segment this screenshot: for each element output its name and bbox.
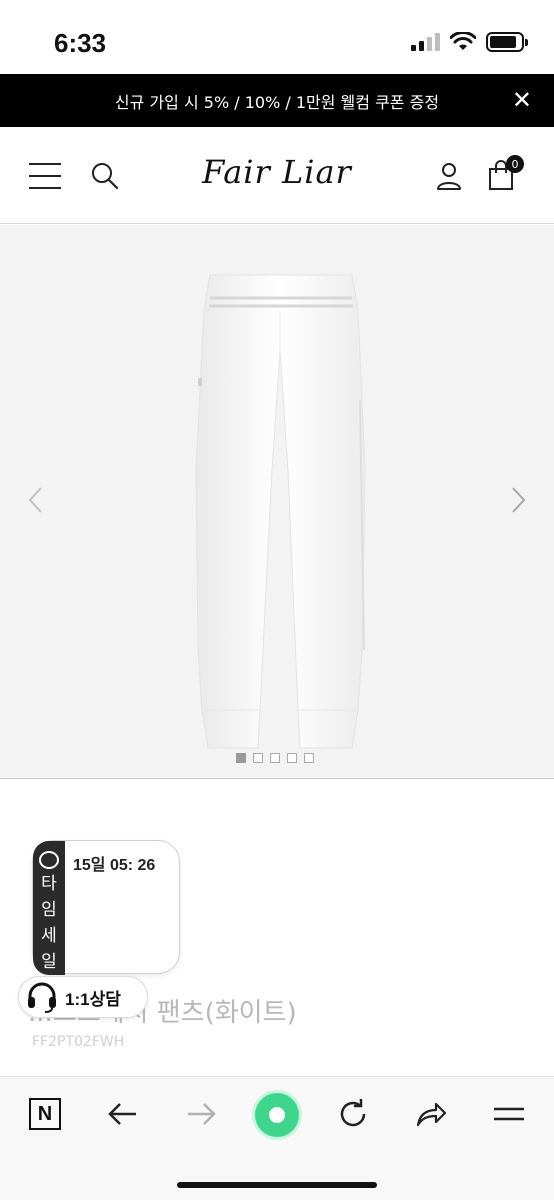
user-icon[interactable] bbox=[434, 161, 464, 191]
status-icons bbox=[411, 32, 528, 52]
green-dot-button[interactable] bbox=[255, 1093, 299, 1137]
close-icon[interactable]: ✕ bbox=[512, 86, 532, 114]
more-menu-icon[interactable] bbox=[492, 1097, 526, 1131]
slide-dot[interactable] bbox=[253, 753, 263, 763]
forward-arrow-icon[interactable] bbox=[184, 1097, 218, 1131]
timesale-char: 타 bbox=[41, 874, 57, 894]
n-icon: N bbox=[29, 1098, 61, 1130]
product-image bbox=[195, 274, 366, 749]
product-code: FF2PT02FWH bbox=[32, 1034, 125, 1050]
chevron-left-icon[interactable] bbox=[26, 485, 46, 515]
share-icon[interactable] bbox=[414, 1097, 448, 1131]
chevron-right-icon[interactable] bbox=[508, 485, 528, 515]
brand-logo[interactable]: Fair Liar bbox=[0, 153, 554, 191]
naver-home-button[interactable]: N bbox=[28, 1097, 62, 1131]
timesale-char: 일 bbox=[41, 952, 57, 972]
timesale-char: 임 bbox=[41, 900, 57, 920]
clock-icon bbox=[39, 851, 59, 869]
battery-icon bbox=[486, 32, 528, 52]
refresh-icon[interactable] bbox=[336, 1097, 370, 1131]
slide-dot[interactable] bbox=[287, 753, 297, 763]
back-arrow-icon[interactable] bbox=[106, 1097, 140, 1131]
cellular-signal-icon bbox=[411, 33, 440, 51]
headset-icon bbox=[19, 976, 65, 1018]
promo-banner[interactable]: 신규 가입 시 5% / 10% / 1만원 웰컴 쿠폰 증정 ✕ bbox=[0, 74, 554, 127]
chat-label: 1:1상담 bbox=[65, 989, 121, 1009]
status-bar: 6:33 bbox=[0, 0, 554, 74]
countdown-timer: 15일 05: 26 bbox=[73, 857, 156, 874]
slide-dot[interactable] bbox=[236, 753, 246, 763]
chat-consult-button[interactable]: 1:1상담 bbox=[18, 976, 148, 1018]
timesale-widget[interactable]: 타 임 세 일 15일 05: 26 bbox=[32, 840, 180, 975]
home-indicator bbox=[177, 1182, 377, 1188]
cart-count-badge: 0 bbox=[506, 155, 524, 173]
site-header: Fair Liar 0 bbox=[0, 127, 554, 224]
slide-dot[interactable] bbox=[270, 753, 280, 763]
wifi-icon bbox=[450, 32, 476, 50]
timesale-tab: 타 임 세 일 bbox=[33, 841, 65, 975]
timesale-char: 세 bbox=[41, 926, 57, 946]
status-time: 6:33 bbox=[54, 28, 107, 58]
promo-text: 신규 가입 시 5% / 10% / 1만원 웰컴 쿠폰 증정 bbox=[114, 92, 440, 112]
slide-dot[interactable] bbox=[304, 753, 314, 763]
slide-indicators bbox=[236, 753, 314, 763]
product-gallery[interactable] bbox=[0, 225, 554, 779]
